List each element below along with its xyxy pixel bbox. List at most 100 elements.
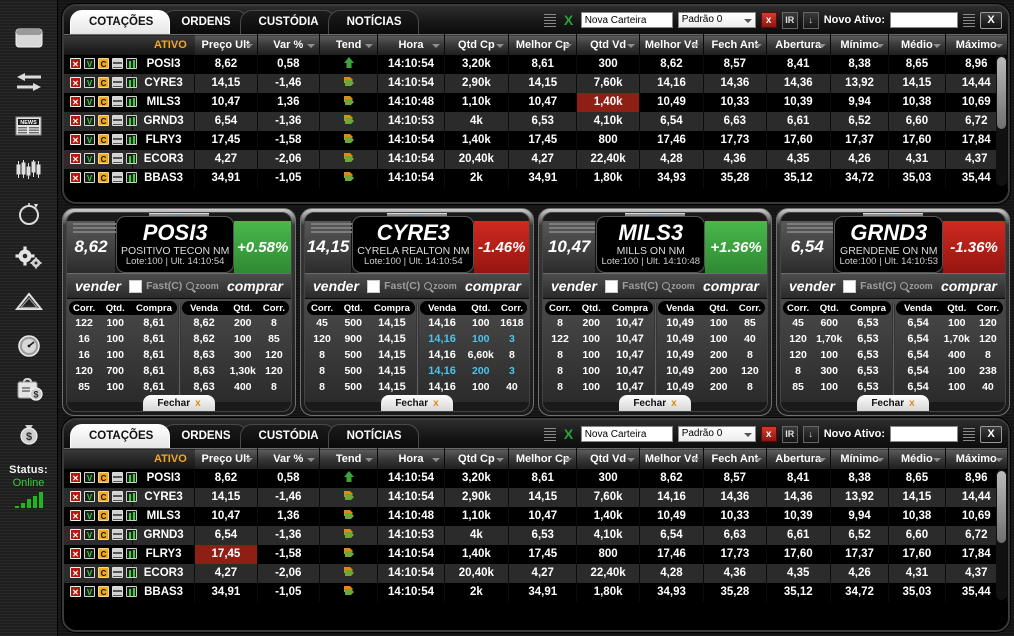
sell-v-icon[interactable]: V (84, 548, 95, 560)
book-row-sell[interactable]: 10,49 200 8 (658, 347, 766, 363)
sell-button[interactable]: vender (67, 274, 129, 298)
table-row[interactable]: ✕ V C GRND3 6,54 -1,36 14:10:53 4k 6,53 4,10k 6,54… (64, 111, 1008, 131)
book-row-sell[interactable]: 14,16 6,60k 8 (420, 347, 528, 363)
chart-icon[interactable] (126, 58, 137, 70)
cell-ativo[interactable]: GRND3 (132, 111, 196, 131)
toolbar-grip-2[interactable] (963, 13, 975, 27)
novo-ativo-input[interactable] (890, 12, 958, 28)
excel-export-icon-bottom[interactable]: X (561, 426, 576, 442)
book-row-buy[interactable]: 8 200 10,47 (545, 315, 653, 331)
col-header-tend[interactable]: Tend (319, 34, 379, 55)
scrollbar-thumb-bottom[interactable] (997, 471, 1006, 543)
book-row-buy[interactable]: 122 100 10,47 (545, 331, 653, 347)
book-list-icon[interactable] (112, 529, 123, 541)
book-row-sell[interactable]: 8,63 1,30k 120 (182, 363, 290, 379)
chart-icon[interactable] (126, 548, 137, 560)
sell-v-icon[interactable]: V (84, 529, 95, 541)
col-header-qtd_cp[interactable]: Qtd Cp (444, 34, 510, 55)
cell-ativo[interactable]: CYRE3 (132, 73, 196, 93)
col-header-hora[interactable]: Hora (377, 34, 445, 55)
toolbar-grip-bottom[interactable] (543, 427, 556, 441)
table-row[interactable]: ✕ V C CYRE3 14,15 -1,46 14:10:54 2,90k 14,15 7,60… (64, 487, 1008, 507)
book-list-icon[interactable] (112, 586, 123, 598)
book-list-icon[interactable] (112, 567, 123, 579)
money-bag-icon[interactable]: $ (7, 414, 51, 454)
table-row[interactable]: ✕ V C MILS3 10,47 1,36 14:10:48 1,10k 10,47 1,40k… (64, 92, 1008, 112)
book-row-buy[interactable]: 16 100 8,61 (69, 347, 177, 363)
sell-v-icon[interactable]: V (84, 96, 95, 108)
close-row-icon[interactable]: ✕ (70, 58, 81, 70)
col-header-medio[interactable]: Médio (888, 34, 946, 55)
col-header-maximo[interactable]: Máximo (945, 448, 1008, 469)
sell-v-icon[interactable]: V (84, 172, 95, 184)
close-row-icon[interactable]: ✕ (70, 134, 81, 146)
col-header-ativo[interactable]: ATIVO (132, 448, 195, 469)
table-row[interactable]: ✕ V C CYRE3 14,15 -1,46 14:10:54 2,90k 14,15 7,60… (64, 73, 1008, 93)
sell-v-icon[interactable]: V (84, 586, 95, 598)
col-header-minimo[interactable]: Mínimo (830, 448, 890, 469)
book-list-icon[interactable] (112, 134, 123, 146)
book-row-sell[interactable]: 6,54 100 238 (896, 363, 1004, 379)
book-list-icon[interactable] (112, 153, 123, 165)
excel-export-icon[interactable]: X (561, 12, 576, 28)
sell-v-icon[interactable]: V (84, 491, 95, 503)
fast-checkbox[interactable] (129, 279, 143, 293)
book-row-sell[interactable]: 8,62 200 8 (182, 315, 290, 331)
book-row-sell[interactable]: 14,16 100 40 (420, 379, 528, 395)
cell-ativo[interactable]: MILS3 (132, 92, 196, 112)
col-header-medio[interactable]: Médio (888, 448, 946, 469)
col-header-preco_ult[interactable]: Preço Ult (194, 34, 258, 55)
sell-v-icon[interactable]: V (84, 115, 95, 127)
buy-c-icon[interactable]: C (98, 96, 109, 108)
sell-v-icon[interactable]: V (84, 134, 95, 146)
close-row-icon[interactable]: ✕ (70, 153, 81, 165)
carteira-preset-select-bottom[interactable]: Padrão 0 (677, 426, 756, 442)
book-row-sell[interactable]: 6,54 100 120 (896, 315, 1004, 331)
news-icon[interactable]: NEWS (7, 106, 51, 146)
col-header-preco_ult[interactable]: Preço Ult (194, 448, 258, 469)
book-row-buy[interactable]: 8 100 10,47 (545, 379, 653, 395)
book-row-buy[interactable]: 120 1,70k 6,53 (783, 331, 891, 347)
chart-icon[interactable] (126, 153, 137, 165)
close-panel-button-bottom[interactable]: X (980, 425, 1002, 443)
chart-icon[interactable] (126, 77, 137, 89)
col-header-melhor_vd[interactable]: Melhor Vd (639, 448, 705, 469)
book-list-icon[interactable] (112, 115, 123, 127)
close-row-icon[interactable]: ✕ (70, 586, 81, 598)
fast-checkbox[interactable] (605, 279, 619, 293)
table-row[interactable]: ✕ V C ECOR3 4,27 -2,06 14:10:54 20,40k 4,27 22,40… (64, 149, 1008, 169)
close-row-icon[interactable]: ✕ (70, 548, 81, 560)
chart-icon[interactable] (126, 510, 137, 522)
delete-carteira-button[interactable]: x (760, 12, 777, 28)
cell-ativo[interactable]: GRND3 (132, 525, 196, 545)
book-row-sell[interactable]: 14,16 200 3 (420, 363, 528, 379)
cell-ativo[interactable]: MILS3 (132, 506, 196, 526)
alert-triangle-icon[interactable] (7, 282, 51, 322)
col-header-melhor_vd[interactable]: Melhor Vd (639, 34, 705, 55)
table-row[interactable]: ✕ V C BBAS3 34,91 -1,05 14:10:54 2k 34,91 1,80k 34… (64, 582, 1008, 602)
vertical-scrollbar-bottom[interactable] (996, 469, 1007, 600)
gears-icon[interactable] (7, 238, 51, 278)
buy-c-icon[interactable]: C (98, 172, 109, 184)
book-row-buy[interactable]: 120 100 6,53 (783, 347, 891, 363)
fast-checkbox[interactable] (367, 279, 381, 293)
col-header-ativo[interactable]: ATIVO (132, 34, 195, 55)
book-list-icon[interactable] (112, 510, 123, 522)
buy-c-icon[interactable]: C (98, 548, 109, 560)
tab-ordens-bottom[interactable]: ORDENS (162, 424, 248, 448)
buy-c-icon[interactable]: C (98, 472, 109, 484)
book-row-buy[interactable]: 8 500 14,15 (307, 379, 415, 395)
book-row-buy[interactable]: 120 900 14,15 (307, 331, 415, 347)
scrollbar-thumb[interactable] (997, 57, 1006, 129)
table-row[interactable]: ✕ V C MILS3 10,47 1,36 14:10:48 1,10k 10,47 1,40k… (64, 506, 1008, 526)
col-header-qtd_cp[interactable]: Qtd Cp (444, 448, 510, 469)
cell-ativo[interactable]: ECOR3 (132, 563, 196, 583)
tab-noticias-bottom[interactable]: NOTÍCIAS (327, 424, 419, 448)
book-row-sell[interactable]: 8,62 100 85 (182, 331, 290, 347)
cell-ativo[interactable]: CYRE3 (132, 487, 196, 507)
chart-icon[interactable] (126, 586, 137, 598)
ir-button-bottom[interactable]: IR (781, 425, 798, 443)
zoom-button[interactable]: zoom (662, 281, 695, 291)
tab-cotacoes-bottom[interactable]: COTAÇÕES (70, 424, 171, 448)
sell-v-icon[interactable]: V (84, 153, 95, 165)
